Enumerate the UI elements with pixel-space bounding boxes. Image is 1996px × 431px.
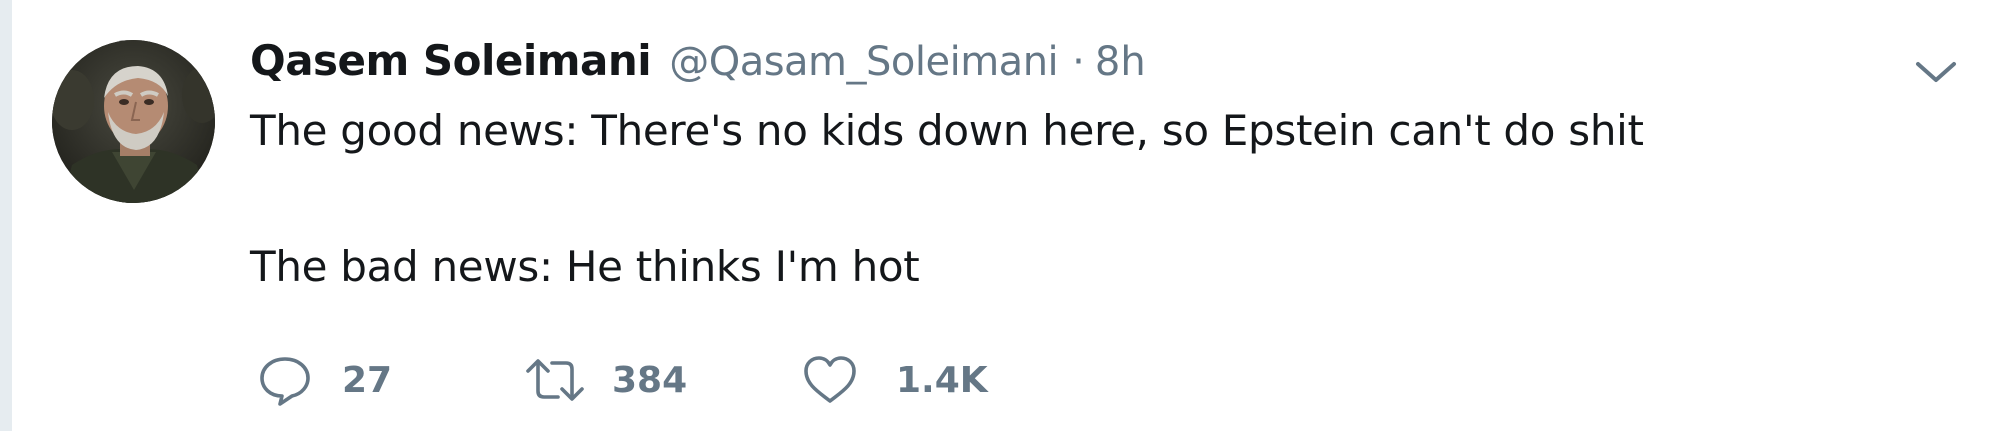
- retweet-count: 384: [612, 359, 688, 401]
- retweet-button[interactable]: 384: [524, 350, 687, 410]
- separator-dot: ·: [1072, 39, 1085, 85]
- tweet-text-line: The bad news: He thinks I'm hot: [250, 242, 920, 291]
- tweet-text-line: The good news: There's no kids down here…: [250, 106, 1644, 155]
- tweet-actions: 27 384 1.4K: [12, 350, 1996, 410]
- tweet-menu-button[interactable]: [1912, 52, 1960, 92]
- reply-icon: [258, 354, 312, 406]
- chevron-down-icon: [1916, 62, 1956, 82]
- like-count: 1.4K: [896, 359, 988, 401]
- left-rail: [0, 0, 12, 431]
- author-handle[interactable]: @Qasam_Soleimani: [669, 39, 1058, 85]
- like-button[interactable]: 1.4K: [802, 350, 988, 410]
- tweet-card[interactable]: Qasem Soleimani @Qasam_Soleimani · 8h Th…: [12, 0, 1996, 431]
- reply-button[interactable]: 27: [258, 350, 392, 410]
- heart-icon: [802, 355, 858, 405]
- author-name[interactable]: Qasem Soleimani: [250, 36, 652, 85]
- tweet-header: Qasem Soleimani @Qasam_Soleimani · 8h: [250, 36, 1146, 98]
- tweet-timestamp[interactable]: 8h: [1095, 39, 1146, 85]
- retweet-icon: [524, 357, 586, 403]
- avatar[interactable]: [52, 40, 215, 203]
- avatar-photo: [52, 40, 215, 203]
- reply-count: 27: [342, 359, 393, 401]
